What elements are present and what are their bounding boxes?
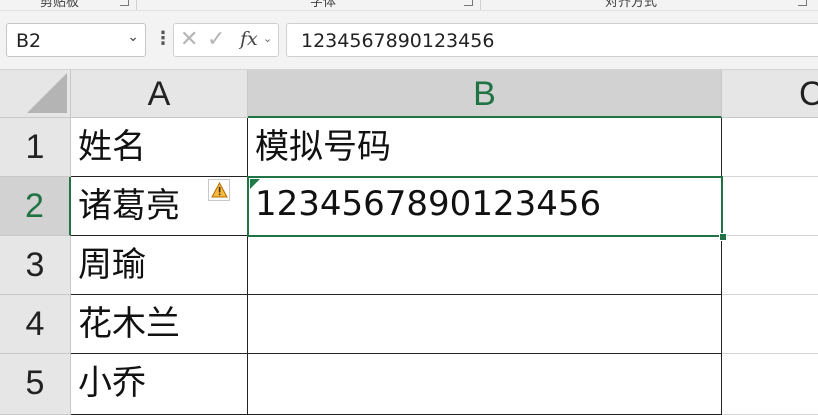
row-header-1[interactable]: 1 <box>0 118 71 177</box>
cell-a1[interactable]: 姓名 <box>71 118 248 177</box>
formula-buttons: ✕ ✓ fx ⌄ <box>173 23 279 57</box>
cell-c1[interactable] <box>722 118 818 177</box>
ribbon-group-strip: 剪贴板 字体 对齐方式 <box>0 0 818 11</box>
cell-b4[interactable] <box>248 295 722 354</box>
fill-handle[interactable] <box>719 233 727 241</box>
cell-a3[interactable]: 周瑜 <box>71 236 248 295</box>
ribbon-group-font-label: 字体 <box>310 0 337 10</box>
cell-b3[interactable] <box>248 236 722 295</box>
row-header-2[interactable]: 2 <box>0 177 71 236</box>
formula-bar: B2 ⌄ ⋮ ✕ ✓ fx ⌄ 1234567890123456 <box>0 11 818 70</box>
cell-c4[interactable] <box>722 295 818 354</box>
cancel-icon[interactable]: ✕ <box>180 27 198 52</box>
alignment-launcher-icon[interactable] <box>798 0 807 6</box>
cell-b5[interactable] <box>248 354 722 415</box>
cell-c3[interactable] <box>722 236 818 295</box>
cell-a4[interactable]: 花木兰 <box>71 295 248 354</box>
cell-b1[interactable]: 模拟号码 <box>248 118 722 177</box>
ribbon-separator <box>480 0 481 10</box>
cell-c2[interactable] <box>722 177 818 236</box>
row-header-4[interactable]: 4 <box>0 295 71 354</box>
ribbon-group-clipboard-label: 剪贴板 <box>40 0 80 10</box>
select-all-triangle-icon <box>27 73 67 113</box>
ribbon-group-alignment-label: 对齐方式 <box>605 0 658 10</box>
insert-function-icon[interactable]: fx <box>240 28 258 50</box>
ribbon-separator <box>136 0 137 10</box>
cell-a5[interactable]: 小乔 <box>71 354 248 415</box>
chevron-down-icon[interactable]: ⌄ <box>127 29 139 45</box>
check-icon[interactable]: ✓ <box>207 27 225 52</box>
formula-input[interactable]: 1234567890123456 <box>286 23 818 57</box>
formula-value: 1234567890123456 <box>301 30 495 52</box>
name-box-value: B2 <box>16 30 42 52</box>
chevron-down-icon[interactable]: ⌄ <box>263 32 272 45</box>
row-header-5[interactable]: 5 <box>0 354 71 415</box>
column-header-b[interactable]: B <box>248 70 722 118</box>
vertical-dots-icon[interactable]: ⋮ <box>154 26 172 52</box>
column-header-a[interactable]: A <box>71 70 248 118</box>
column-header-c[interactable]: C <box>722 70 818 118</box>
row-header-3[interactable]: 3 <box>0 236 71 295</box>
cell-c5[interactable] <box>722 354 818 415</box>
clipboard-launcher-icon[interactable] <box>120 0 129 6</box>
select-all-button[interactable] <box>0 70 71 118</box>
cell-b2[interactable]: 1234567890123456 <box>248 177 722 236</box>
name-box[interactable]: B2 ⌄ <box>6 23 146 57</box>
error-indicator-triangle-icon <box>250 179 260 189</box>
warning-icon[interactable] <box>208 179 230 201</box>
font-launcher-icon[interactable] <box>464 0 473 6</box>
